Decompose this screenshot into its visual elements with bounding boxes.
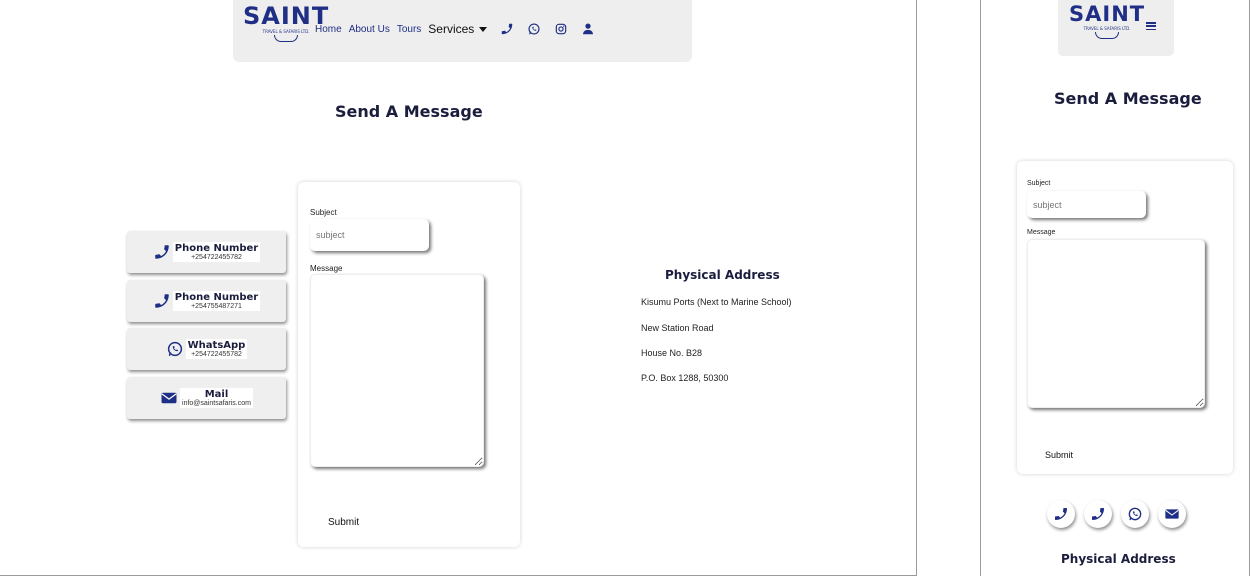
message-label: Message: [1027, 229, 1056, 236]
nav-about-link[interactable]: About Us: [349, 24, 390, 35]
mail-icon: [161, 392, 177, 404]
hamburger-menu-icon[interactable]: [1146, 22, 1156, 30]
brand-name: SAINT: [1069, 2, 1146, 26]
whatsapp-button[interactable]: [1121, 500, 1149, 528]
contact-value: +254755487271: [191, 303, 242, 310]
message-textarea[interactable]: [1027, 239, 1205, 408]
whatsapp-icon[interactable]: [527, 22, 541, 36]
contact-value: +254722455782: [191, 351, 242, 358]
submit-button[interactable]: Submit: [1045, 450, 1073, 460]
brand-tagline: TRAVEL & SAFARIS LTD.: [262, 29, 310, 34]
contact-card-phone-1[interactable]: Phone Number +254722455782: [127, 231, 286, 273]
contact-card-whatsapp[interactable]: WhatsApp +254722455782: [127, 328, 286, 370]
phone-icon: [1055, 508, 1067, 520]
message-label: Message: [310, 264, 343, 273]
globe-icon: [1095, 32, 1120, 39]
desktop-view: SAINT TRAVEL & SAFARIS LTD. Home About U…: [0, 0, 917, 576]
nav-services-label: Services: [428, 22, 475, 36]
mail-icon: [1165, 509, 1179, 519]
message-form: Subject Message Submit: [1017, 161, 1233, 474]
contact-card-text: Phone Number +254722455782: [172, 242, 261, 262]
subject-input[interactable]: [310, 219, 429, 251]
nav-tours-link[interactable]: Tours: [397, 24, 421, 35]
nav-links: Home About Us Tours Services: [315, 22, 595, 36]
mobile-view: SAINT TRAVEL & SAFARIS LTD. Send A Messa…: [980, 0, 1250, 576]
page-heading: Send A Message: [335, 102, 483, 121]
contact-card-phone-2[interactable]: Phone Number +254755487271: [127, 280, 286, 322]
subject-input[interactable]: [1027, 191, 1146, 218]
contact-card-mail[interactable]: Mail info@saintsafaris.com: [127, 377, 286, 419]
address-title: Physical Address: [665, 268, 780, 282]
nav-services-dropdown[interactable]: Services: [428, 22, 488, 36]
contact-title: WhatsApp: [187, 340, 246, 351]
brand-tagline: TRAVEL & SAFARIS LTD.: [1083, 26, 1131, 31]
message-form: Subject Message Submit: [298, 182, 520, 547]
nav-home-link[interactable]: Home: [315, 24, 342, 35]
message-textarea[interactable]: [310, 274, 484, 467]
whatsapp-icon: [167, 341, 182, 357]
mail-button[interactable]: [1158, 500, 1186, 528]
contact-title: Phone Number: [174, 243, 259, 254]
contact-card-text: Mail info@saintsafaris.com: [180, 388, 253, 408]
brand-logo[interactable]: SAINT TRAVEL & SAFARIS LTD.: [1069, 4, 1145, 39]
instagram-icon[interactable]: [554, 22, 568, 36]
contact-card-text: Phone Number +254755487271: [172, 291, 261, 311]
phone-button[interactable]: [1047, 500, 1075, 528]
address-line: Kisumu Ports (Next to Marine School): [641, 297, 792, 307]
submit-button[interactable]: Submit: [328, 517, 359, 528]
phone-icon: [155, 245, 169, 259]
user-icon[interactable]: [581, 22, 595, 36]
subject-label: Subject: [1027, 180, 1051, 187]
contact-title: Mail: [204, 389, 229, 400]
contact-title: Phone Number: [174, 292, 259, 303]
globe-icon: [274, 35, 299, 42]
address-line: House No. B28: [641, 348, 703, 358]
contact-value: +254722455782: [191, 254, 242, 261]
whatsapp-icon: [1128, 507, 1142, 521]
phone-icon[interactable]: [500, 22, 514, 36]
phone-icon: [155, 294, 169, 308]
address-line: P.O. Box 1288, 50300: [641, 373, 729, 383]
contact-card-text: WhatsApp +254722455782: [185, 339, 248, 359]
phone-icon: [1092, 508, 1104, 520]
navbar: SAINT TRAVEL & SAFARIS LTD. Home About U…: [233, 0, 692, 62]
caret-down-icon: [479, 26, 488, 32]
mobile-navbar: SAINT TRAVEL & SAFARIS LTD.: [1058, 0, 1174, 56]
subject-label: Subject: [310, 208, 337, 217]
address-line: New Station Road: [641, 323, 714, 333]
phone-button[interactable]: [1084, 500, 1112, 528]
contact-value: info@saintsafaris.com: [182, 400, 251, 407]
address-title: Physical Address: [1061, 552, 1176, 566]
page-heading: Send A Message: [1054, 89, 1202, 108]
